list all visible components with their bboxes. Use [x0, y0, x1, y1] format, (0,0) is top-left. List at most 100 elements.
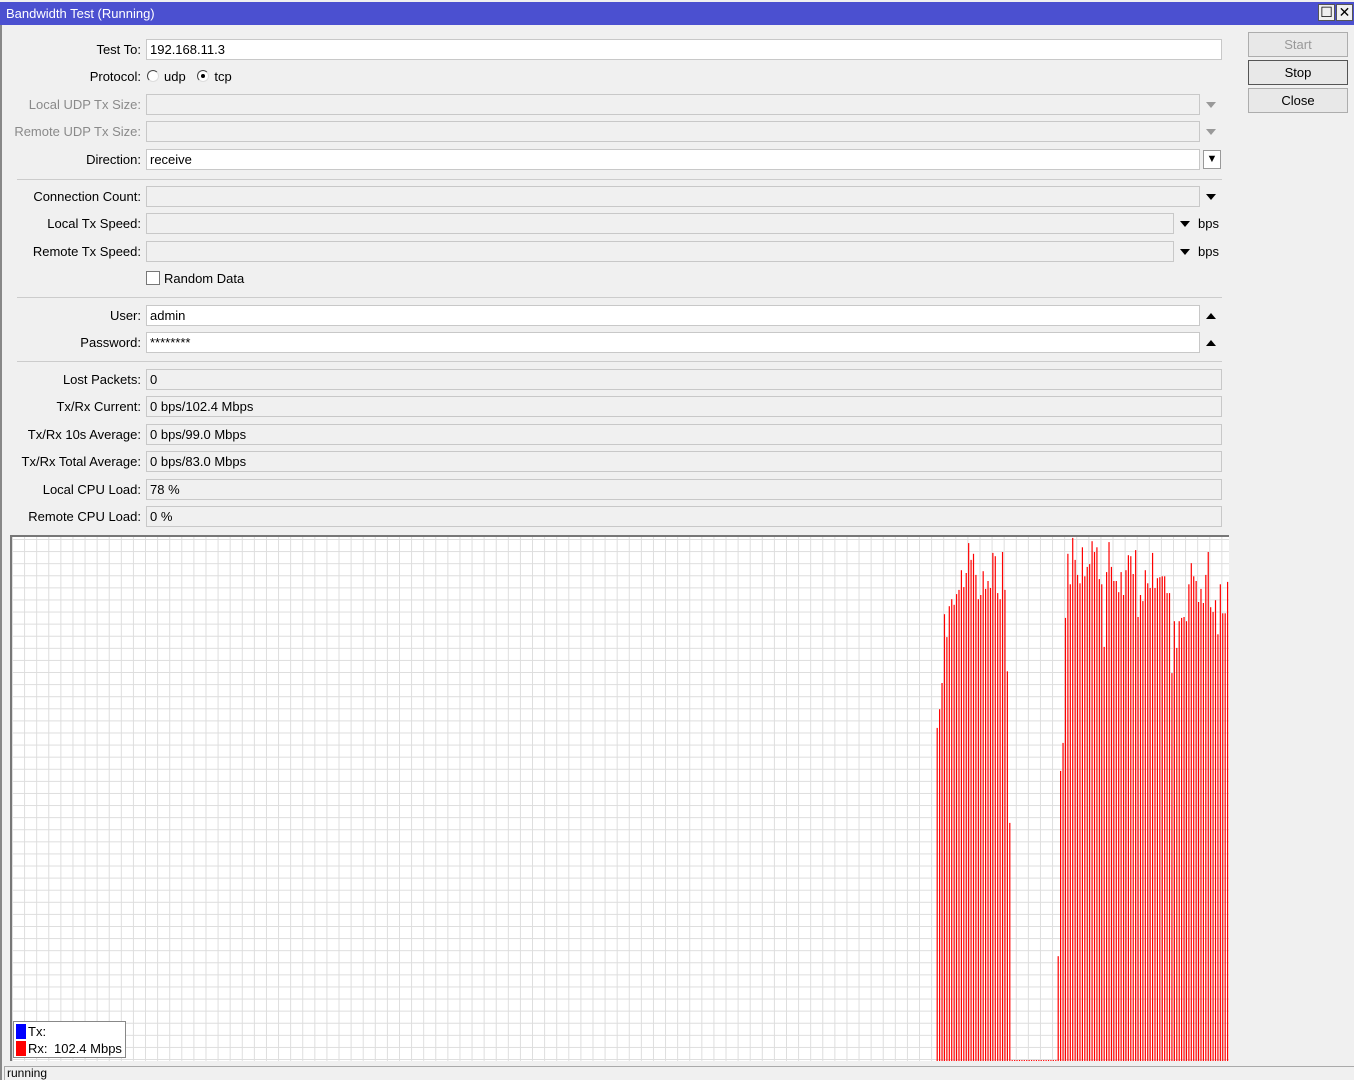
rx-bar: [1074, 559, 1076, 1061]
rx-bar: [968, 543, 970, 1061]
rx-bar: [1154, 588, 1156, 1061]
window-title: Bandwidth Test (Running): [6, 6, 155, 21]
rx-bar: [1028, 1060, 1030, 1061]
divider: [17, 297, 1222, 298]
protocol-tcp-radio[interactable]: tcp: [197, 69, 232, 84]
local-udp-tx-size-input[interactable]: [146, 94, 1200, 115]
rx-bar: [1181, 617, 1183, 1061]
rx-bar: [1018, 1060, 1021, 1061]
rx-bar: [1001, 552, 1004, 1061]
rx-bar: [1043, 1060, 1045, 1061]
rx-bar: [1103, 646, 1105, 1061]
chevron-down-icon[interactable]: [1180, 221, 1190, 227]
rx-bar: [1202, 603, 1204, 1061]
user-label: User:: [109, 308, 141, 323]
rx-bar: [985, 588, 987, 1061]
rx-bar: [948, 606, 950, 1061]
stop-button[interactable]: Stop: [1248, 60, 1348, 85]
rx-bar: [1064, 617, 1067, 1061]
rx-bar: [1219, 584, 1221, 1061]
rx-bar: [1113, 581, 1115, 1061]
rx-bar: [994, 556, 996, 1061]
rx-color-swatch: [16, 1041, 26, 1056]
rx-bar: [1193, 576, 1195, 1061]
remote-tx-speed-label: Remote Tx Speed:: [32, 244, 141, 259]
rx-bar: [955, 594, 958, 1061]
connection-count-input[interactable]: [146, 186, 1200, 207]
rx-bar: [987, 581, 989, 1061]
close-icon[interactable]: ✕: [1336, 4, 1353, 21]
password-label: Password:: [80, 335, 141, 350]
rx-bar: [1122, 595, 1125, 1061]
rx-bar: [1091, 541, 1093, 1061]
rx-bar: [1047, 1060, 1050, 1061]
rx-bar: [1224, 613, 1226, 1061]
chevron-down-icon[interactable]: [1206, 194, 1216, 200]
rx-bar: [1084, 576, 1086, 1061]
rx-bar: [1164, 576, 1166, 1061]
remote-tx-speed-input[interactable]: [146, 241, 1174, 262]
rx-bar: [1006, 671, 1008, 1061]
rx-bar: [951, 599, 953, 1061]
rx-bar: [1212, 611, 1214, 1061]
rx-bar: [980, 595, 982, 1061]
rx-bar: [1038, 1060, 1040, 1061]
legend-rx-value: 102.4 Mbps: [54, 1041, 122, 1056]
rx-bar: [1050, 1060, 1052, 1061]
chevron-down-icon[interactable]: [1180, 249, 1190, 255]
connection-count-label: Connection Count:: [33, 189, 141, 204]
chevron-up-icon[interactable]: [1206, 313, 1216, 319]
protocol-udp-radio[interactable]: udp: [147, 69, 186, 84]
password-input[interactable]: ********: [146, 332, 1200, 353]
rx-bar: [992, 552, 994, 1061]
rx-bar: [1127, 555, 1129, 1061]
maximize-icon[interactable]: ☐: [1318, 4, 1335, 21]
user-input[interactable]: admin: [146, 305, 1200, 326]
local-cpu-load-value: 78 %: [146, 479, 1222, 500]
lost-packets-label: Lost Packets:: [62, 372, 141, 387]
rx-bar: [960, 570, 962, 1061]
lost-packets-value: 0: [146, 369, 1222, 390]
rx-bar: [1217, 634, 1219, 1061]
dropdown-button-icon[interactable]: ▼: [1203, 150, 1221, 169]
txrx-total-average-value: 0 bps/83.0 Mbps: [146, 451, 1222, 472]
rx-bar: [1149, 588, 1151, 1061]
direction-select[interactable]: receive: [146, 149, 1200, 170]
rx-bar: [946, 637, 948, 1061]
rx-bar: [958, 589, 960, 1061]
test-to-input[interactable]: 192.168.11.3: [146, 39, 1222, 60]
chevron-up-icon[interactable]: [1206, 340, 1216, 346]
rx-bar: [1016, 1060, 1018, 1061]
rx-bar: [1004, 589, 1006, 1061]
local-udp-tx-size-label: Local UDP Tx Size:: [28, 97, 141, 112]
rx-bar: [1101, 584, 1103, 1061]
remote-udp-tx-size-input[interactable]: [146, 121, 1200, 142]
chevron-down-icon[interactable]: [1206, 102, 1216, 108]
chevron-down-icon[interactable]: [1206, 129, 1216, 135]
rx-bar: [982, 571, 984, 1061]
local-tx-speed-input[interactable]: [146, 213, 1174, 234]
title-bar: Bandwidth Test (Running): [0, 2, 1354, 25]
rx-bar: [1026, 1060, 1028, 1061]
rx-bar: [1161, 576, 1163, 1061]
chart-legend: Tx: Rx: 102.4 Mbps: [13, 1021, 126, 1058]
close-button[interactable]: Close: [1248, 88, 1348, 113]
random-data-checkbox[interactable]: [146, 271, 160, 285]
txrx-total-average-label: Tx/Rx Total Average:: [21, 454, 141, 469]
rx-bar: [1062, 742, 1064, 1061]
rx-bar: [970, 559, 972, 1061]
rx-bar: [1033, 1060, 1035, 1061]
start-button[interactable]: Start: [1248, 32, 1348, 57]
rx-bar: [1166, 593, 1168, 1061]
txrx-current-value: 0 bps/102.4 Mbps: [146, 396, 1222, 417]
rx-bar: [1147, 583, 1149, 1061]
random-data-label: Random Data: [164, 271, 245, 286]
rx-bar: [1089, 564, 1091, 1061]
rx-bar: [1171, 673, 1173, 1061]
rx-bar: [1108, 542, 1110, 1061]
rx-bar: [941, 683, 943, 1061]
rx-bar: [1011, 1060, 1013, 1061]
rx-bar: [1081, 547, 1083, 1061]
tx-color-swatch: [16, 1024, 26, 1039]
bandwidth-chart: [10, 535, 1229, 1061]
